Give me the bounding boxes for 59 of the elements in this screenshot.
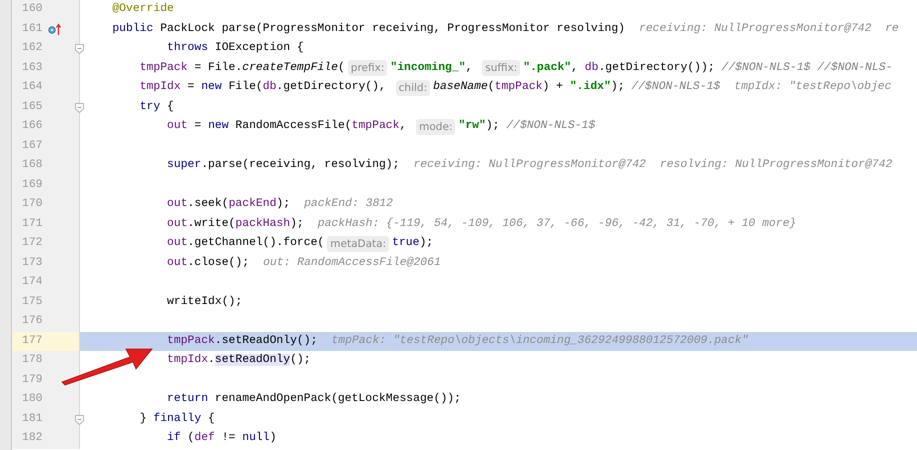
code-text: out.seek(packEnd); bbox=[167, 196, 290, 212]
line-number: 164 bbox=[22, 80, 43, 96]
line-number: 169 bbox=[22, 178, 43, 193]
code-text: public PackLock parse(ProgressMonitor receiving, ProgressMonitor resolving) bbox=[112, 22, 626, 37]
code-text: "rw"); //$NON-NLS-1$ bbox=[458, 118, 596, 134]
code-text: @Override bbox=[112, 2, 174, 18]
line-number: 182 bbox=[22, 431, 43, 446]
parameter-hint: suffix: bbox=[482, 60, 520, 76]
code-text: } finally { bbox=[140, 412, 215, 427]
code-text: tmpIdx.setReadOnly(); bbox=[167, 352, 311, 368]
code-text: true); bbox=[392, 236, 434, 252]
code-text: baseName(tmpPack) + ".idx"); //$NON-NLS-1$ bbox=[433, 80, 720, 96]
debug-value-hint: receiving: NullProgressMonitor@742 bbox=[413, 158, 646, 174]
line-number: 178 bbox=[22, 353, 43, 368]
code-text: tmpPack = File.createTempFile( bbox=[140, 60, 345, 76]
line-number: 177 bbox=[22, 334, 43, 349]
debug-value-hint: tmpIdx: "testRepo\objec bbox=[734, 80, 892, 96]
parameter-hint: prefix: bbox=[348, 60, 388, 76]
parameter-hint: mode: bbox=[416, 118, 456, 135]
debug-value-hint: out: RandomAccessFile@2061 bbox=[263, 256, 441, 271]
line-number: 173 bbox=[22, 256, 43, 271]
code-text: out.close(); bbox=[167, 256, 250, 271]
line-number: 168 bbox=[22, 158, 43, 174]
code-text: "incoming_", bbox=[390, 60, 474, 76]
parameter-hint: child: bbox=[396, 80, 430, 96]
line-number: 167 bbox=[22, 138, 43, 154]
line-number: 160 bbox=[22, 2, 43, 18]
code-text: writeIdx(); bbox=[167, 294, 242, 310]
code-text: tmpIdx = new File(db.getDirectory(), bbox=[140, 80, 387, 96]
code-text: super.parse(receiving, resolving); bbox=[167, 158, 400, 174]
debug-value-hint: packEnd: 3812 bbox=[304, 196, 393, 212]
code-text: out.write(packHash); bbox=[167, 216, 304, 232]
line-number: 162 bbox=[22, 41, 43, 56]
line-number: 171 bbox=[22, 216, 43, 232]
code-text: try { bbox=[140, 100, 174, 115]
debug-value-hint: packHash: {-119, 54, -109, 106, 37, -66, -96, -42, 31, -70, + 10 more} bbox=[318, 216, 796, 232]
code-text: tmpPack.setReadOnly(); bbox=[167, 334, 318, 349]
debug-value-hint: tmpPack: "testRepo\objects\incoming_3629249988012572009.pack" bbox=[331, 334, 748, 349]
line-number: 170 bbox=[22, 197, 43, 212]
line-number: 179 bbox=[22, 372, 43, 388]
debug-value-hint: receiving: NullProgressMonitor@742 re bbox=[639, 22, 899, 37]
line-number: 161 bbox=[22, 22, 43, 37]
code-text: throws IOException { bbox=[167, 40, 304, 56]
line-number: 174 bbox=[22, 275, 43, 290]
code-text: out = new RandomAccessFile(tmpPack, bbox=[167, 118, 408, 134]
parameter-hint: metaData: bbox=[327, 236, 390, 252]
debug-value-hint: resolving: NullProgressMonitor@742 bbox=[660, 158, 892, 174]
code-text: if (def != null) bbox=[167, 430, 276, 446]
line-number: 163 bbox=[22, 60, 43, 76]
line-number: 172 bbox=[22, 236, 43, 252]
code-text: out.getChannel().force( bbox=[167, 236, 324, 252]
line-number: 165 bbox=[22, 100, 43, 115]
line-number: 176 bbox=[22, 314, 43, 330]
line-number: 175 bbox=[22, 294, 43, 310]
code-text: return renameAndOpenPack(getLockMessage()); bbox=[167, 392, 461, 408]
line-number: 180 bbox=[22, 392, 43, 408]
line-number: 166 bbox=[22, 119, 43, 134]
line-number: 181 bbox=[22, 412, 43, 427]
code-text: ".pack", db.getDirectory()); //$NON-NLS-1$ //$NON-NLS- bbox=[523, 60, 892, 76]
